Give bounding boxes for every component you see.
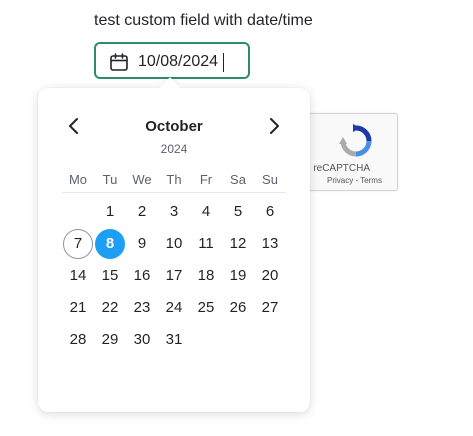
calendar-day[interactable]: 3 [159,197,189,227]
date-input-value: 10/08/2024 [138,53,219,70]
calendar-day[interactable]: 11 [191,229,221,259]
calendar-day-today[interactable]: 7 [63,229,93,259]
recaptcha-brand: reCAPTCHA [313,163,370,174]
date-time-input[interactable]: 10/08/2024 [94,42,250,79]
weekday-label: Tu [102,172,118,187]
calendar-day[interactable]: 23 [127,293,157,323]
calendar-day[interactable]: 15 [95,261,125,291]
calendar-popover: October 2024 Mo Tu We Th Fr Sa Su 123456… [38,88,310,412]
calendar-day[interactable]: 10 [159,229,189,259]
calendar-day[interactable]: 31 [159,325,189,355]
calendar-day[interactable]: 4 [191,197,221,227]
calendar-day[interactable]: 20 [255,261,285,291]
weekday-header: Mo Tu We Th Fr Sa Su [62,172,286,190]
chevron-right-icon[interactable] [262,114,286,138]
calendar-year[interactable]: 2024 [38,142,310,156]
weekday-label: Sa [230,172,246,187]
recaptcha-links[interactable]: Privacy - Terms [327,176,382,185]
weekday-label: Fr [199,172,213,187]
calendar-day[interactable]: 14 [63,261,93,291]
calendar-divider [62,192,286,193]
calendar-day[interactable]: 1 [95,197,125,227]
calendar-icon [110,53,128,71]
calendar-day-selected[interactable]: 8 [95,229,125,259]
calendar-day[interactable]: 22 [95,293,125,323]
calendar-day[interactable]: 29 [95,325,125,355]
calendar-day[interactable]: 16 [127,261,157,291]
calendar-day[interactable]: 30 [127,325,157,355]
weekday-label: Su [262,172,278,187]
recaptcha-badge[interactable]: reCAPTCHA Privacy - Terms [298,113,398,191]
calendar-day[interactable]: 24 [159,293,189,323]
page: test custom field with date/time 10/08/2… [0,0,473,436]
calendar-day[interactable]: 17 [159,261,189,291]
weekday-label: Th [166,172,182,187]
calendar-day[interactable]: 27 [255,293,285,323]
text-cursor [223,53,224,72]
weekday-label: Mo [68,172,88,187]
field-label: test custom field with date/time [94,12,313,29]
calendar-day[interactable]: 6 [255,197,285,227]
calendar-day[interactable]: 21 [63,293,93,323]
calendar-day[interactable]: 26 [223,293,253,323]
calendar-day[interactable]: 19 [223,261,253,291]
calendar-day[interactable]: 2 [127,197,157,227]
calendar-day[interactable]: 12 [223,229,253,259]
calendar-day[interactable]: 9 [127,229,157,259]
calendar-day[interactable]: 25 [191,293,221,323]
calendar-day[interactable]: 13 [255,229,285,259]
recaptcha-logo [339,124,372,157]
calendar-day[interactable]: 28 [63,325,93,355]
weekday-label: We [132,172,152,187]
calendar-day[interactable]: 5 [223,197,253,227]
calendar-day[interactable]: 18 [191,261,221,291]
